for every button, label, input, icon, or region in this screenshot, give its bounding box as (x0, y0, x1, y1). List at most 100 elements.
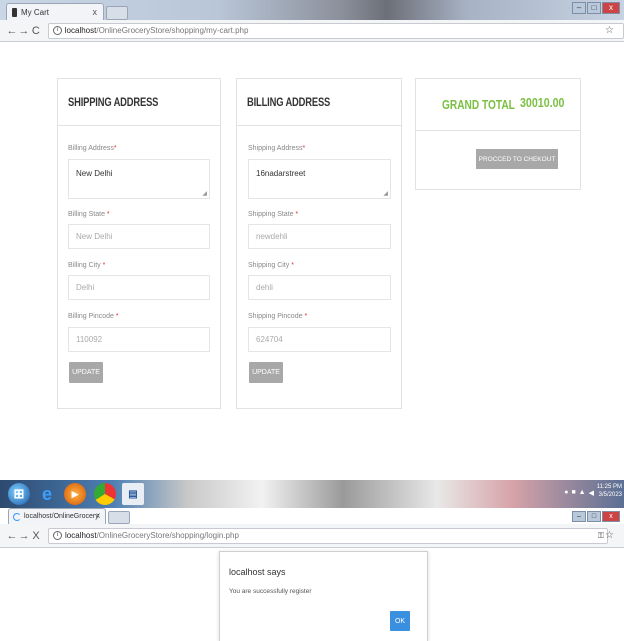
clock-time: 11:25 PM (596, 484, 622, 490)
url-input[interactable]: i localhost /OnlineGroceryStore/shopping… (48, 527, 608, 544)
billing-pincode-input[interactable]: 110092 (68, 327, 210, 352)
forward-arrow-icon[interactable]: → (18, 25, 30, 37)
maximize-button[interactable]: □ (587, 2, 601, 14)
network-icon[interactable]: ▲ (579, 489, 586, 497)
grand-total-card: GRAND TOTAL 30010.00 PROCCED TO CHEKOUT (415, 78, 581, 190)
shipping-pincode-label-text: Shipping Pincode (248, 313, 303, 320)
billing-pincode-placeholder: 110092 (76, 335, 103, 344)
tray-icon[interactable]: ● (564, 489, 568, 497)
billing-address-card: BILLING ADDRESS Shipping Address* 16nada… (236, 78, 402, 409)
billing-address-textarea[interactable]: New Delhi ◢ (68, 159, 210, 199)
shipping-city-label-text: Shipping City (248, 262, 290, 269)
url-path: /OnlineGroceryStore/shopping/login.php (96, 531, 239, 540)
new-tab-button[interactable] (106, 6, 128, 20)
billing-state-label-text: Billing State (68, 211, 105, 218)
new-tab-button[interactable] (108, 511, 130, 524)
resize-grip-icon[interactable]: ◢ (202, 190, 207, 197)
address-bar: ← → X i localhost /OnlineGroceryStore/sh… (0, 524, 624, 548)
windows-taskbar: ⊞ e ▸ ▤ ● ■ ▲ ◀ 11:25 PM 3/5/2023 (0, 480, 624, 508)
maximize-button[interactable]: □ (587, 511, 601, 522)
required-mark: * (106, 211, 110, 218)
billing-address-label: Billing Address* (68, 145, 117, 152)
start-orb-icon[interactable]: ⊞ (8, 483, 30, 505)
required-mark: * (302, 145, 306, 152)
window-controls: – □ x (572, 511, 620, 522)
shipping-address-value: 16nadarstreet (256, 169, 306, 178)
media-player-icon[interactable]: ▸ (64, 483, 86, 505)
required-mark: * (115, 313, 119, 320)
billing-state-placeholder: New Delhi (76, 232, 113, 241)
explorer-window-icon[interactable]: ▤ (122, 483, 144, 505)
shipping-city-placeholder: dehli (256, 283, 273, 292)
volume-icon[interactable]: ◀ (589, 489, 594, 497)
grand-total-value: 30010.00 (520, 95, 565, 110)
shipping-address-title: SHIPPING ADDRESS (68, 95, 159, 109)
shipping-address-label-text: Shipping Address (248, 145, 303, 152)
shipping-state-label-text: Shipping State (248, 211, 294, 218)
shipping-update-button[interactable]: UPDATE (69, 362, 103, 383)
billing-address-header: BILLING ADDRESS (237, 79, 401, 126)
shipping-address-label: Shipping Address* (248, 145, 305, 152)
minimize-button[interactable]: – (572, 511, 586, 522)
tray-icon[interactable]: ■ (571, 489, 575, 497)
shipping-address-textarea[interactable]: 16nadarstreet ◢ (248, 159, 391, 199)
required-mark: * (295, 211, 299, 218)
required-mark: * (304, 313, 308, 320)
reload-icon[interactable]: C (30, 25, 42, 37)
shipping-state-label: Shipping State * (248, 211, 298, 218)
tab-title: My Cart (21, 7, 49, 17)
url-host: localhost (65, 531, 97, 540)
taskbar-clock[interactable]: 11:25 PM 3/5/2023 (597, 483, 622, 499)
tab-my-cart[interactable]: My Cart x (6, 3, 104, 20)
bookmark-star-icon[interactable]: ☆ (605, 530, 614, 541)
billing-pincode-label-text: Billing Pincode (68, 313, 114, 320)
address-bar: ← → C i localhost /OnlineGroceryStore/sh… (0, 20, 624, 42)
tab-close-icon[interactable]: x (96, 511, 100, 520)
proceed-to-checkout-button[interactable]: PROCCED TO CHEKOUT (476, 149, 558, 169)
shipping-pincode-input[interactable]: 624704 (248, 327, 391, 352)
shipping-city-input[interactable]: dehli (248, 275, 391, 300)
billing-city-placeholder: Delhi (76, 283, 95, 292)
required-mark: * (113, 145, 117, 152)
billing-city-input[interactable]: Delhi (68, 275, 210, 300)
billing-state-label: Billing State * (68, 211, 110, 218)
stop-loading-icon[interactable]: X (30, 530, 42, 542)
shipping-pincode-placeholder: 624704 (256, 335, 283, 344)
shipping-pincode-label: Shipping Pincode * (248, 313, 307, 320)
minimize-button[interactable]: – (572, 2, 586, 14)
shipping-state-placeholder: newdehli (256, 232, 288, 241)
tab-close-icon[interactable]: x (93, 7, 98, 17)
back-arrow-icon[interactable]: ← (6, 530, 18, 542)
billing-state-input[interactable]: New Delhi (68, 224, 210, 249)
url-host: localhost (64, 26, 97, 35)
key-icon[interactable]: ⚿ (598, 531, 604, 541)
shipping-address-card: SHIPPING ADDRESS Billing Address* New De… (57, 78, 221, 409)
forward-arrow-icon[interactable]: → (18, 530, 30, 542)
tab-login[interactable]: localhost/OnlineGrocery x (8, 508, 106, 524)
chrome-icon[interactable] (94, 483, 116, 505)
dialog-message: You are successfully register (229, 588, 312, 595)
billing-city-label-text: Billing City (68, 262, 101, 269)
system-tray: ● ■ ▲ ◀ (564, 489, 594, 497)
billing-address-value: New Delhi (76, 169, 113, 178)
ok-button[interactable]: OK (390, 611, 410, 631)
browser-tab-strip: My Cart x – □ x (0, 0, 624, 20)
close-window-button[interactable]: x (602, 511, 620, 522)
url-path: /OnlineGroceryStore/shopping/my-cart.php (96, 26, 249, 35)
alert-dialog: localhost says You are successfully regi… (219, 551, 428, 641)
grand-total-label: GRAND TOTAL (442, 97, 515, 112)
internet-explorer-icon[interactable]: e (36, 483, 58, 505)
back-arrow-icon[interactable]: ← (6, 25, 18, 37)
resize-grip-icon[interactable]: ◢ (383, 190, 388, 197)
billing-address-title: BILLING ADDRESS (247, 95, 331, 109)
info-icon[interactable]: i (52, 26, 62, 35)
info-icon[interactable]: i (53, 531, 62, 540)
bookmark-star-icon[interactable]: ☆ (605, 25, 614, 36)
window-controls: – □ x (572, 2, 620, 14)
url-input[interactable]: i localhost /OnlineGroceryStore/shopping… (47, 22, 624, 39)
close-window-button[interactable]: x (602, 2, 620, 14)
loading-spinner-icon (13, 512, 21, 521)
clock-date: 3/5/2023 (598, 492, 622, 498)
shipping-state-input[interactable]: newdehli (248, 224, 391, 249)
billing-update-button[interactable]: UPDATE (249, 362, 283, 383)
